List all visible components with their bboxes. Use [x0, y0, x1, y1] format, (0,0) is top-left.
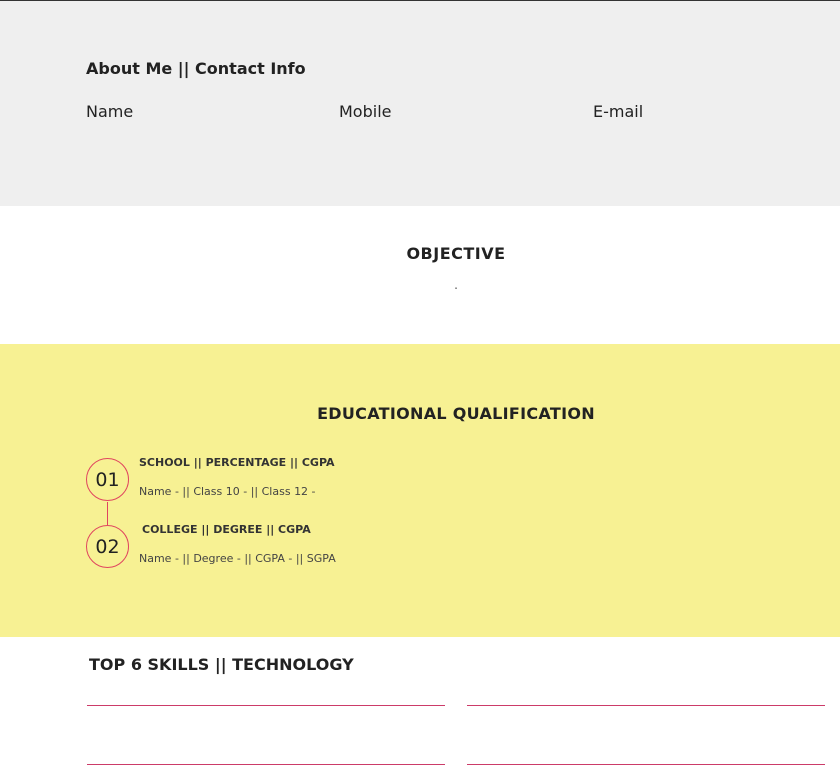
objective-title: OBJECTIVE	[406, 244, 506, 263]
skill-bar-3	[87, 764, 445, 765]
skill-bar-1	[87, 705, 445, 706]
education-school-detail: Name - || Class 10 - || Class 12 -	[139, 485, 316, 498]
contact-name-label: Name	[86, 102, 134, 121]
skills-title: TOP 6 SKILLS || TECHNOLOGY	[89, 655, 354, 674]
contact-mobile-label: Mobile	[339, 102, 392, 121]
education-section: EDUCATIONAL QUALIFICATION 01 02 SCHOOL |…	[0, 344, 840, 637]
education-step-1-badge: 01	[86, 458, 129, 501]
about-title: About Me || Contact Info	[86, 59, 306, 78]
education-school-heading: SCHOOL || PERCENTAGE || CGPA	[139, 456, 335, 469]
skill-bar-2	[467, 705, 825, 706]
objective-text: .	[454, 278, 458, 292]
education-college-detail: Name - || Degree - || CGPA - || SGPA	[139, 552, 336, 565]
education-step-2-badge: 02	[86, 525, 129, 568]
about-section: About Me || Contact Info Name Mobile E-m…	[0, 1, 840, 206]
skills-section: TOP 6 SKILLS || TECHNOLOGY	[0, 637, 840, 768]
skill-bar-4	[467, 764, 825, 765]
education-connector-line	[107, 502, 108, 525]
objective-section: OBJECTIVE .	[0, 206, 840, 344]
education-title: EDUCATIONAL QUALIFICATION	[317, 404, 595, 423]
education-college-heading: COLLEGE || DEGREE || CGPA	[142, 523, 311, 536]
contact-email-label: E-mail	[593, 102, 644, 121]
